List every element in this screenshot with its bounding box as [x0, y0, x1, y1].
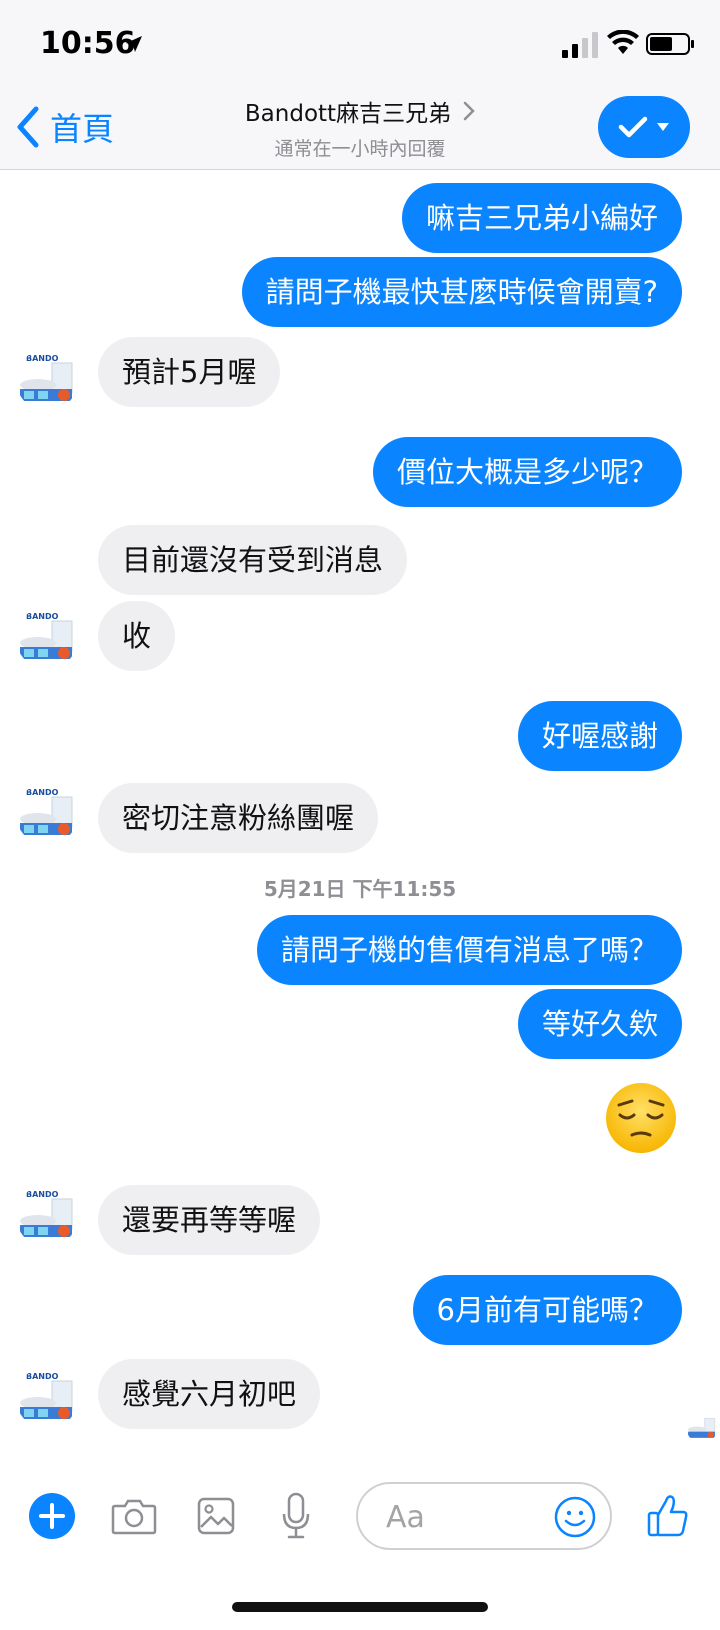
- bando-logo-icon: BANDO: [16, 607, 78, 669]
- response-time-subtitle: 通常在一小時內回覆: [274, 138, 446, 160]
- status-bar: 10:56: [0, 0, 720, 90]
- location-arrow-icon: [126, 36, 142, 52]
- pensive-face-emoji[interactable]: [604, 1081, 678, 1155]
- message-composer: [0, 1462, 720, 1582]
- svg-text:BANDO: BANDO: [26, 612, 59, 621]
- bando-logo-icon: BANDO: [16, 1185, 78, 1247]
- incoming-message[interactable]: 收: [98, 601, 176, 671]
- message-input[interactable]: [386, 1494, 546, 1540]
- camera-button[interactable]: [110, 1492, 158, 1540]
- page-avatar[interactable]: BANDO: [16, 1367, 78, 1429]
- outgoing-message[interactable]: 好喔感謝: [517, 701, 682, 771]
- wifi-icon: [607, 30, 639, 54]
- page-avatar[interactable]: BANDO: [16, 783, 78, 845]
- svg-text:BANDO: BANDO: [26, 354, 59, 363]
- home-indicator[interactable]: [232, 1602, 488, 1612]
- checkmark-icon: [618, 116, 648, 138]
- incoming-message[interactable]: 感覺六月初吧: [98, 1359, 321, 1429]
- outgoing-message[interactable]: 6月前有可能嗎？: [412, 1275, 682, 1345]
- mark-done-button[interactable]: [598, 96, 690, 158]
- back-label: 首頁: [50, 110, 115, 148]
- back-button[interactable]: 首頁: [14, 104, 114, 150]
- camera-icon: [111, 1499, 157, 1535]
- outgoing-message[interactable]: 價位大概是多少呢？: [372, 437, 682, 507]
- message-timestamp: 5月21日 下午11:55: [263, 877, 457, 901]
- smiley-icon[interactable]: [554, 1496, 596, 1538]
- svg-text:BANDO: BANDO: [26, 1372, 59, 1381]
- incoming-message[interactable]: 目前還沒有受到消息: [98, 525, 408, 595]
- svg-text:BANDO: BANDO: [26, 1190, 59, 1199]
- bando-logo-icon: BANDO: [16, 349, 78, 411]
- plus-circle-icon: [29, 1493, 75, 1539]
- outgoing-message[interactable]: 請問子機的售價有消息了嗎？: [256, 915, 682, 985]
- incoming-message[interactable]: 預計5月喔: [98, 337, 281, 407]
- outgoing-message[interactable]: 請問子機最快甚麼時候會開賣?: [241, 257, 682, 327]
- page-avatar[interactable]: BANDO: [16, 1185, 78, 1247]
- conversation-title: Bandott麻吉三兄弟: [244, 101, 452, 127]
- caret-down-icon: [657, 123, 669, 131]
- svg-text:BANDO: BANDO: [26, 788, 59, 797]
- page-avatar[interactable]: BANDO: [16, 607, 78, 669]
- chevron-right-icon: [463, 101, 475, 121]
- microphone-icon: [282, 1492, 310, 1539]
- bando-logo-icon: BANDO: [16, 1367, 78, 1429]
- page-avatar[interactable]: BANDO: [16, 349, 78, 411]
- incoming-message[interactable]: 還要再等等喔: [98, 1185, 321, 1255]
- battery-icon: [646, 33, 694, 55]
- image-icon: [197, 1497, 235, 1535]
- add-button[interactable]: [28, 1492, 76, 1540]
- bando-logo-icon: BANDO: [16, 783, 78, 845]
- gallery-button[interactable]: [194, 1492, 238, 1540]
- bando-logo-icon: [686, 1411, 718, 1443]
- signal-icon: [562, 32, 598, 58]
- outgoing-message[interactable]: 嘛吉三兄弟小編好: [401, 183, 682, 253]
- status-time: 10:56: [40, 26, 136, 61]
- like-button[interactable]: [646, 1490, 690, 1540]
- seen-receipt-avatar: [686, 1411, 718, 1443]
- chat-header: 首頁 Bandott麻吉三兄弟 通常在一小時內回覆: [0, 90, 720, 170]
- message-thread: 嘛吉三兄弟小編好 請問子機最快甚麼時候會開賣? BANDO 預計5月喔 價位大概…: [0, 171, 720, 1461]
- chevron-left-icon: [17, 106, 39, 148]
- outgoing-message[interactable]: 等好久欸: [517, 989, 682, 1059]
- voice-button[interactable]: [280, 1490, 312, 1542]
- conversation-title-area[interactable]: Bandott麻吉三兄弟 通常在一小時內回覆: [200, 94, 520, 161]
- message-input-wrapper: [356, 1482, 612, 1550]
- incoming-message[interactable]: 密切注意粉絲團喔: [98, 783, 379, 853]
- thumbs-up-icon: [647, 1495, 688, 1537]
